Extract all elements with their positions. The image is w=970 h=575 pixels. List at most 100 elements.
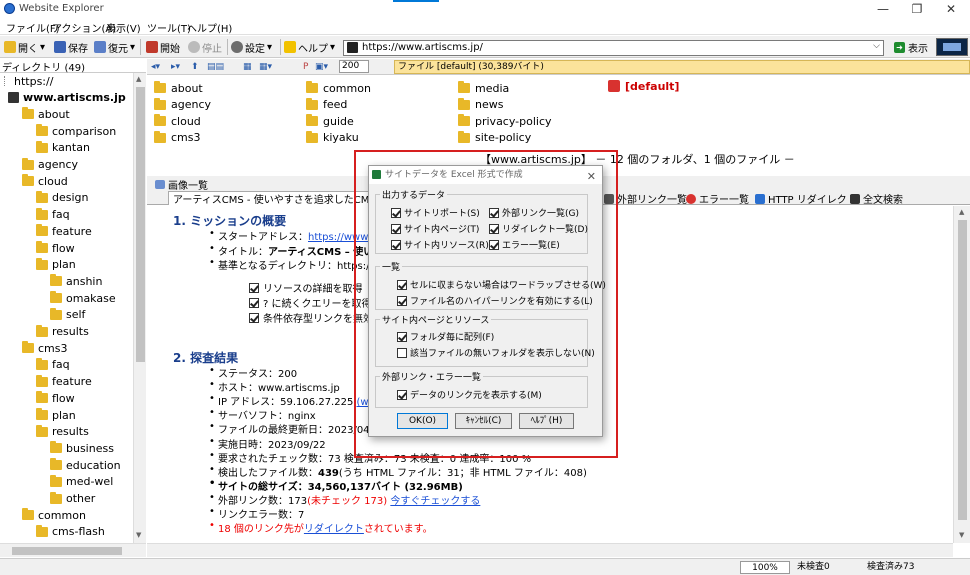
page-icon[interactable]: P <box>303 62 308 72</box>
forward-icon[interactable]: ▸▾ <box>171 62 180 72</box>
tree-item[interactable]: www.artiscms.jp <box>8 90 126 106</box>
date-line: 実施日時：2023/09/22 <box>209 436 326 451</box>
minimize-button[interactable]: — <box>866 1 900 17</box>
folder-item[interactable]: news <box>458 97 503 113</box>
folder-item[interactable]: media <box>458 80 509 96</box>
tree-item[interactable]: education <box>50 457 121 473</box>
folder-item[interactable]: kiyaku <box>306 130 359 146</box>
tree-item[interactable]: med-wel <box>50 474 113 490</box>
address-dropdown-icon[interactable]: ⌵ <box>873 41 880 51</box>
tree-item[interactable]: common <box>22 507 86 523</box>
maximize-button[interactable]: ❐ <box>900 1 934 17</box>
tree-horizontal-scrollbar[interactable] <box>0 543 146 557</box>
folder-icon <box>154 97 166 110</box>
tree-item[interactable]: plan <box>36 407 76 423</box>
save-button[interactable]: 保存 <box>54 39 88 55</box>
folder-item[interactable]: privacy-policy <box>458 113 552 129</box>
tree-item-label: results <box>52 325 89 338</box>
stop-button[interactable]: 停止 <box>188 39 222 55</box>
tree-item-label: cloud <box>38 174 68 188</box>
back-icon[interactable]: ◂▾ <box>151 62 160 72</box>
folder-item[interactable]: agency <box>154 97 211 113</box>
folder-item[interactable]: common <box>306 80 371 96</box>
scroll-up-icon[interactable]: ▲ <box>136 75 141 83</box>
tree-item-label: comparison <box>52 124 117 138</box>
tree-vertical-scrollbar[interactable]: ▲ ▼ <box>133 73 146 543</box>
check-now-link[interactable]: 今すぐチェックする <box>390 496 480 507</box>
tree-item[interactable]: anshin <box>50 273 102 289</box>
help-label: ヘルプ <box>298 43 328 55</box>
tab-redirects[interactable]: HTTP リダイレクト <box>755 191 857 206</box>
filter-icon[interactable]: ▦▾ <box>259 62 272 72</box>
tree-item[interactable]: cms-flash <box>36 524 105 540</box>
tab-fulltext-search[interactable]: 全文検索 <box>850 191 903 206</box>
tree-item[interactable]: cloud <box>22 173 68 189</box>
up-icon[interactable]: ⬆ <box>191 62 199 72</box>
menu-tools[interactable]: ツール(T) <box>147 20 191 35</box>
folder-move-icon[interactable]: ▤▤ <box>207 62 224 72</box>
address-bar[interactable]: https://www.artiscms.jp/ ⌵ <box>343 40 884 56</box>
tree-item-label: plan <box>52 408 76 422</box>
menu-view[interactable]: 表示(V) <box>106 20 141 35</box>
folder-icon <box>154 130 166 143</box>
redirect-link[interactable]: リダイレクト <box>304 524 364 535</box>
close-button[interactable]: ✕ <box>934 1 968 17</box>
help-button[interactable]: ヘルプ ▾ <box>284 39 335 55</box>
tree-item[interactable]: design <box>36 190 89 206</box>
tree-hscroll-thumb[interactable] <box>12 547 122 555</box>
zoom-field[interactable]: 200 <box>339 60 369 73</box>
tree-item[interactable]: https:// <box>4 73 53 89</box>
tree-item[interactable]: feature <box>36 374 92 390</box>
open-label: 開く <box>18 43 38 55</box>
tree-item[interactable]: flow <box>36 240 75 256</box>
page-thumbnail <box>936 38 968 56</box>
scroll-down-icon[interactable]: ▼ <box>136 531 141 539</box>
tree-item[interactable]: faq <box>36 357 70 373</box>
tree-item-label: flow <box>52 391 75 405</box>
content-scroll-thumb[interactable] <box>958 220 967 520</box>
folder-item[interactable]: site-policy <box>458 130 531 146</box>
folder-item[interactable]: cms3 <box>154 130 201 146</box>
image-icon <box>155 180 165 189</box>
tree-item[interactable]: omakase <box>50 290 116 306</box>
open-button[interactable]: 開く ▾ <box>4 39 45 55</box>
tree-item[interactable]: other <box>50 491 95 507</box>
tree-item[interactable]: feature <box>36 223 92 239</box>
tab-site-report[interactable]: アーティスCMS - 使いやすさを追求したCMS <box>168 191 381 206</box>
scroll-up-icon[interactable]: ▲ <box>959 208 964 216</box>
default-file[interactable]: [default] <box>608 78 679 94</box>
address-input[interactable]: https://www.artiscms.jp/ <box>362 42 483 53</box>
zoom-icon[interactable]: ▣▾ <box>315 62 328 72</box>
tree-item[interactable]: comparison <box>36 123 116 139</box>
tree-scroll-thumb[interactable] <box>136 87 145 362</box>
tree-item-label: www.artiscms.jp <box>23 91 126 105</box>
tree-item[interactable]: results <box>36 424 89 440</box>
tree-item[interactable]: flow <box>36 390 75 406</box>
settings-button[interactable]: 設定 ▾ <box>231 39 272 55</box>
restore-button[interactable]: 復元 ▾ <box>94 39 135 55</box>
content-horizontal-scrollbar[interactable] <box>147 543 953 557</box>
section-mission-heading: 1. ミッションの概要 <box>173 214 287 228</box>
menu-help[interactable]: ヘルプ(H) <box>187 20 232 35</box>
content-vertical-scrollbar[interactable]: ▲ ▼ <box>953 206 970 543</box>
tree-item[interactable]: self <box>50 307 85 323</box>
tree-item[interactable]: cms3 <box>22 340 68 356</box>
tree-item[interactable]: agency <box>22 157 78 173</box>
start-button[interactable]: 開始 <box>146 39 180 55</box>
tab-errors[interactable]: エラー一覧 <box>686 191 749 206</box>
tree-item[interactable]: about <box>22 106 70 122</box>
tree-item[interactable]: kantan <box>36 140 90 156</box>
go-button[interactable]: ➜ 表示 <box>894 40 928 55</box>
tree-item[interactable]: business <box>50 440 114 456</box>
folder-item[interactable]: about <box>154 80 203 96</box>
tree-item-label: plan <box>52 258 76 272</box>
scroll-down-icon[interactable]: ▼ <box>959 531 964 539</box>
tree-item[interactable]: results <box>36 324 89 340</box>
tree-item[interactable]: faq <box>36 207 70 223</box>
folder-item[interactable]: cloud <box>154 113 201 129</box>
folder-item[interactable]: guide <box>306 113 354 129</box>
chevron-down-icon: ▾ <box>330 41 336 53</box>
view-grid-icon[interactable]: ▦ <box>243 62 252 72</box>
tree-item[interactable]: plan <box>36 257 76 273</box>
folder-item[interactable]: feed <box>306 97 347 113</box>
